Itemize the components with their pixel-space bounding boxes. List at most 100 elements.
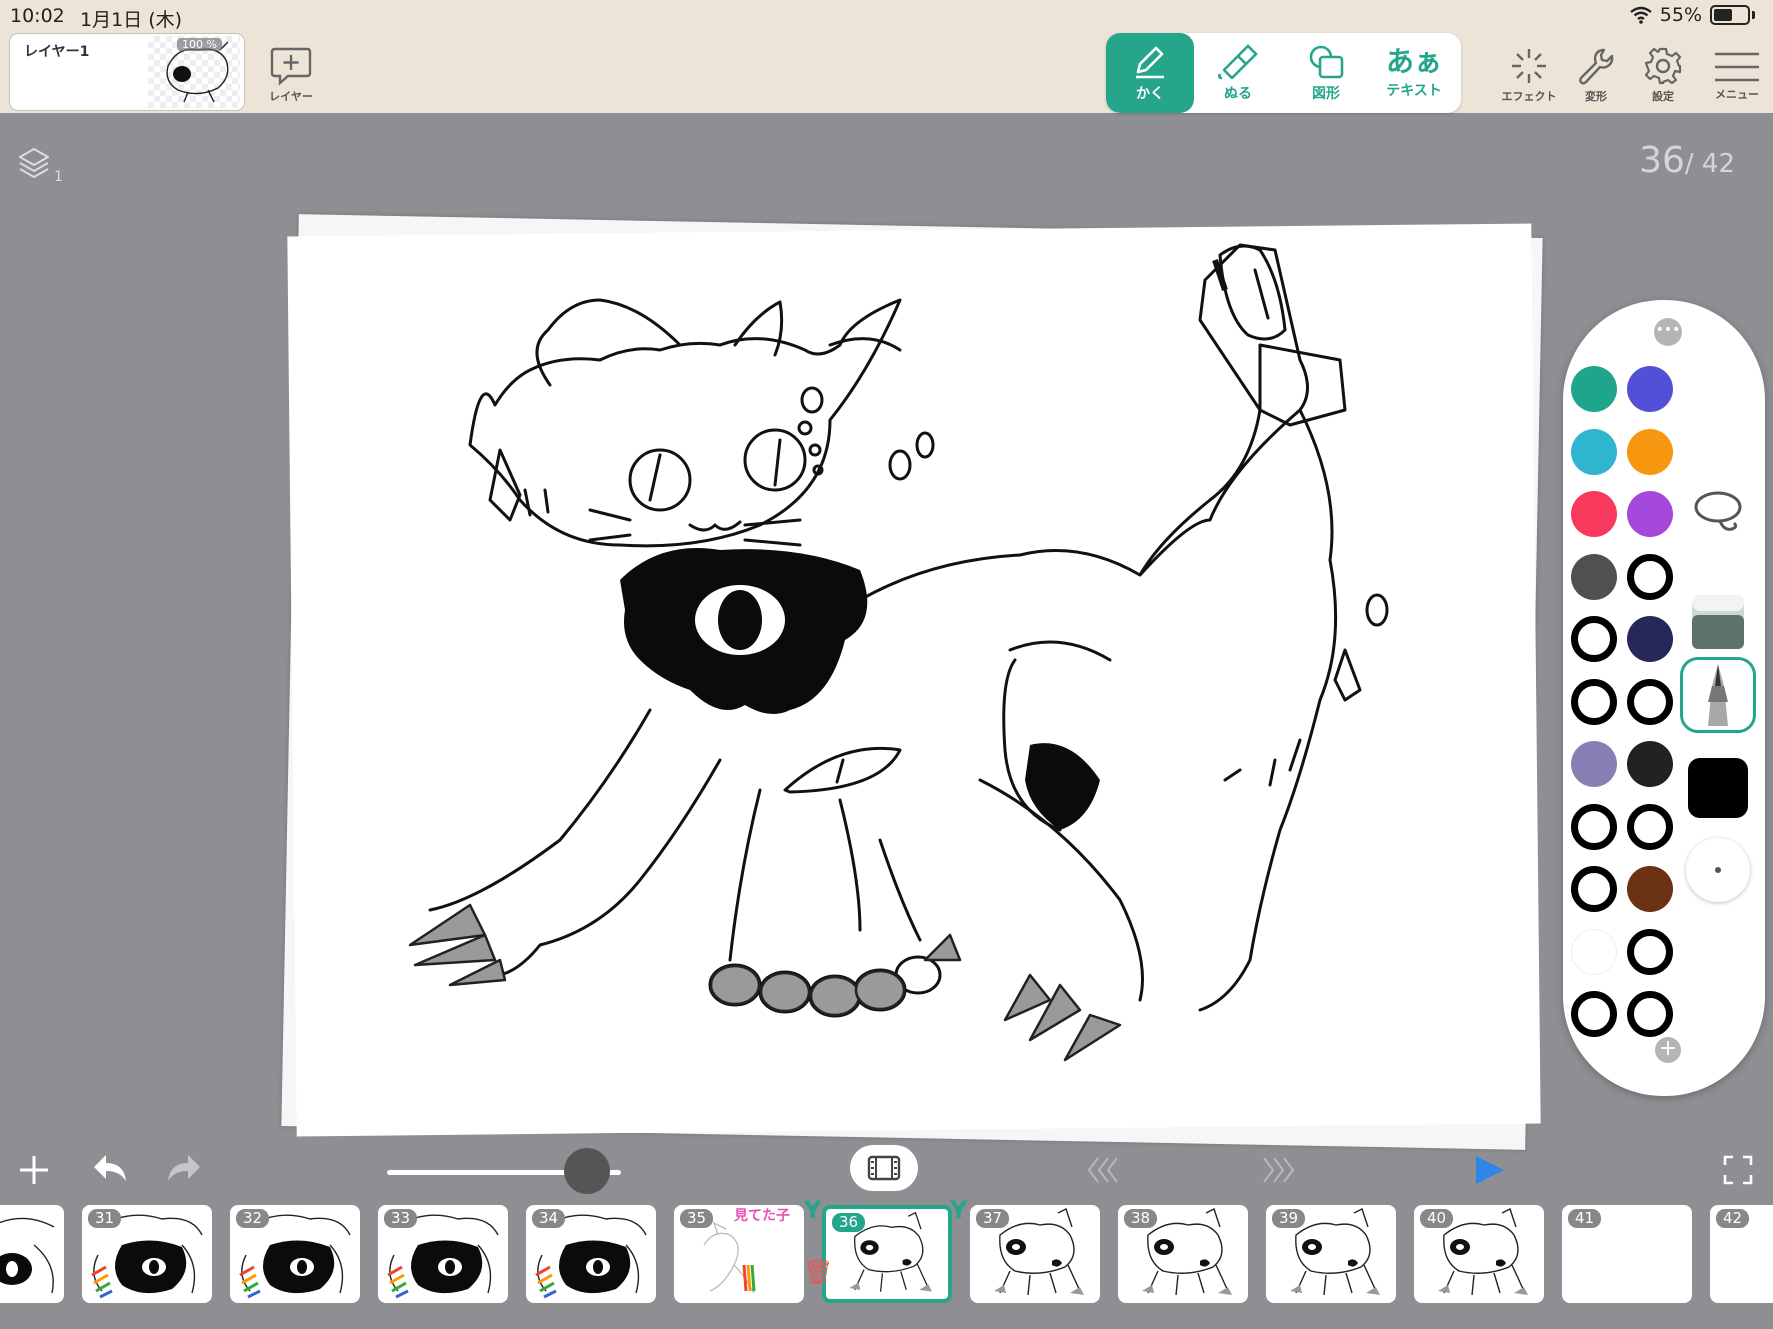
redo-button[interactable] bbox=[162, 1148, 206, 1188]
color-swatch[interactable] bbox=[1627, 616, 1673, 662]
prev-frame-icon bbox=[1087, 1157, 1118, 1183]
fullscreen-button[interactable] bbox=[1718, 1150, 1758, 1190]
color-swatch[interactable] bbox=[1571, 678, 1617, 725]
current-color-button[interactable] bbox=[1680, 750, 1756, 826]
color-swatch[interactable] bbox=[1571, 616, 1617, 662]
timeline-frame[interactable]: 31 bbox=[82, 1205, 212, 1303]
frame-number: 33 bbox=[384, 1209, 418, 1228]
shape-icon bbox=[1309, 45, 1344, 78]
next-frame-icon bbox=[1263, 1157, 1295, 1183]
frame-counter: 36/ 42 bbox=[1639, 140, 1735, 181]
timeline-frame[interactable]: 36 bbox=[822, 1205, 952, 1303]
layer-count: 1 bbox=[54, 169, 63, 185]
frame-number: 41 bbox=[1568, 1209, 1602, 1228]
prev-frame-button[interactable] bbox=[1083, 1150, 1123, 1190]
color-swatch[interactable] bbox=[1571, 491, 1617, 537]
pen-tool[interactable] bbox=[1680, 657, 1756, 733]
film-icon bbox=[867, 1155, 901, 1181]
gear-icon bbox=[1644, 47, 1682, 85]
frame-number: 37 bbox=[976, 1209, 1010, 1228]
tool-shape[interactable]: 図形 bbox=[1282, 33, 1370, 113]
timeline-frame[interactable]: 33 bbox=[378, 1205, 508, 1303]
frame-number: 32 bbox=[236, 1209, 270, 1228]
frame-tag: 見てた子 bbox=[734, 1208, 790, 1224]
palette-more-icon[interactable]: ••• bbox=[1654, 318, 1682, 346]
color-swatch[interactable] bbox=[1627, 741, 1673, 787]
sparkle-icon bbox=[1512, 49, 1546, 83]
brush-size-icon bbox=[1686, 838, 1750, 902]
redo-icon bbox=[168, 1155, 200, 1181]
color-swatch[interactable] bbox=[1627, 928, 1673, 975]
next-frame-button[interactable] bbox=[1258, 1150, 1298, 1190]
pen-tip-icon bbox=[1708, 664, 1728, 726]
wrench-icon bbox=[1579, 48, 1614, 85]
settings-button[interactable]: 設定 bbox=[1635, 46, 1691, 104]
frame-number: 39 bbox=[1272, 1209, 1306, 1228]
color-swatch[interactable] bbox=[1627, 366, 1673, 412]
timeline-frame[interactable] bbox=[0, 1205, 64, 1303]
effect-button[interactable]: エフェクト bbox=[1497, 46, 1561, 104]
timeline-frame[interactable]: 41 bbox=[1562, 1205, 1692, 1303]
onion-end-marker[interactable]: Y bbox=[950, 1196, 968, 1226]
timeline-frame[interactable]: 37 bbox=[970, 1205, 1100, 1303]
color-swatch[interactable] bbox=[1571, 553, 1617, 600]
tool-draw[interactable]: かく bbox=[1106, 33, 1194, 113]
eraser-icon bbox=[1692, 595, 1744, 649]
color-swatch[interactable] bbox=[1627, 491, 1673, 537]
canvas[interactable] bbox=[281, 214, 1550, 1166]
color-swatch[interactable] bbox=[1627, 428, 1673, 475]
status-right: 55% bbox=[1630, 4, 1755, 26]
tool-fill[interactable]: ぬる bbox=[1194, 33, 1282, 113]
layers-indicator[interactable]: 1 bbox=[16, 145, 64, 189]
color-black-icon bbox=[1688, 758, 1748, 818]
color-swatch[interactable] bbox=[1571, 866, 1617, 912]
undo-icon bbox=[94, 1155, 126, 1181]
transform-button[interactable]: 変形 bbox=[1568, 46, 1624, 104]
color-swatch[interactable] bbox=[1571, 428, 1617, 475]
play-icon bbox=[1476, 1156, 1504, 1184]
eraser-tool[interactable] bbox=[1680, 582, 1756, 658]
tool-text[interactable]: あぁ テキスト bbox=[1370, 33, 1458, 113]
speed-slider-knob[interactable] bbox=[564, 1148, 610, 1194]
color-swatch[interactable] bbox=[1571, 991, 1617, 1037]
frame-number: 35 bbox=[680, 1209, 714, 1228]
onion-start-marker[interactable]: Y bbox=[804, 1196, 822, 1226]
frame-number: 42 bbox=[1716, 1209, 1750, 1228]
timeline-frame[interactable]: 40 bbox=[1414, 1205, 1544, 1303]
color-swatch[interactable] bbox=[1627, 678, 1673, 725]
timeline-frame[interactable]: 35 見てた子 bbox=[674, 1205, 804, 1303]
battery-icon bbox=[1710, 5, 1750, 25]
timeline-frame[interactable]: 32 bbox=[230, 1205, 360, 1303]
add-color-button[interactable]: + bbox=[1655, 1037, 1681, 1063]
color-swatch[interactable] bbox=[1571, 366, 1617, 412]
timeline-frame[interactable]: 42 bbox=[1710, 1205, 1773, 1303]
status-date: 1月1日 (木) bbox=[80, 9, 183, 31]
add-layer-label: レイヤー bbox=[269, 90, 313, 103]
color-swatch[interactable] bbox=[1627, 866, 1673, 912]
color-swatch[interactable] bbox=[1571, 741, 1617, 787]
battery-percent: 55% bbox=[1659, 4, 1702, 26]
color-swatch[interactable] bbox=[1627, 991, 1673, 1037]
film-strip-button[interactable] bbox=[850, 1145, 918, 1191]
lasso-tool[interactable] bbox=[1680, 474, 1756, 550]
timeline-frame[interactable]: 39 bbox=[1266, 1205, 1396, 1303]
color-swatch[interactable] bbox=[1571, 928, 1617, 975]
timeline-frame[interactable]: 38 bbox=[1118, 1205, 1248, 1303]
status-time: 10:02 bbox=[10, 5, 65, 27]
color-swatch[interactable] bbox=[1627, 803, 1673, 850]
frame-number: 38 bbox=[1124, 1209, 1158, 1228]
trash-icon[interactable]: 🗑 bbox=[803, 1258, 833, 1286]
frame-number: 36 bbox=[832, 1213, 866, 1232]
undo-button[interactable] bbox=[88, 1148, 132, 1188]
add-frame-button[interactable] bbox=[14, 1150, 54, 1190]
color-swatch[interactable] bbox=[1571, 803, 1617, 850]
frame-number: 34 bbox=[532, 1209, 566, 1228]
color-swatch[interactable] bbox=[1627, 553, 1673, 600]
brush-size-button[interactable] bbox=[1680, 832, 1756, 908]
timeline-frame[interactable]: 34 bbox=[526, 1205, 656, 1303]
play-button[interactable] bbox=[1468, 1148, 1512, 1192]
layer-card[interactable]: レイヤー1 100 % bbox=[9, 33, 245, 111]
menu-button[interactable]: メニュー bbox=[1707, 50, 1767, 102]
layer-name: レイヤー1 bbox=[24, 44, 90, 60]
add-layer-button[interactable]: レイヤー bbox=[263, 46, 319, 104]
